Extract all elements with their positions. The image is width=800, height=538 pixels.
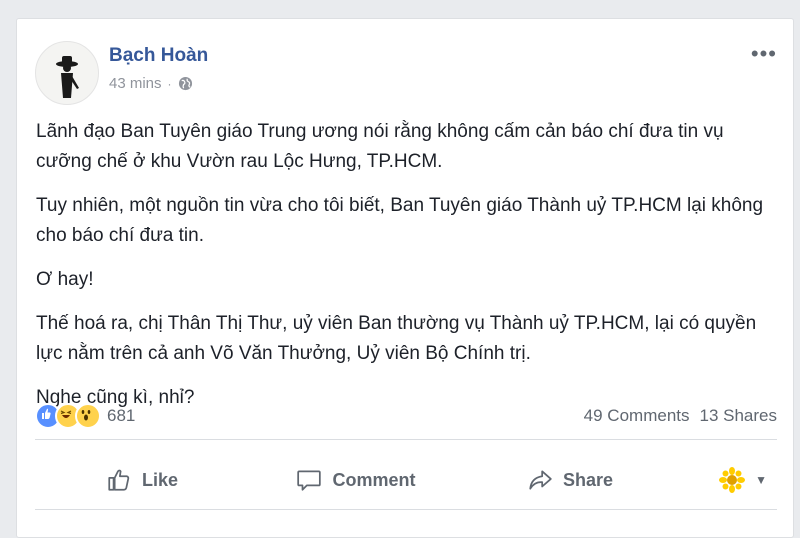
engagement-stats: 49 Comments 13 Shares [584, 406, 777, 426]
comment-button[interactable]: Comment [249, 459, 463, 501]
reaction-icons[interactable] [35, 403, 101, 429]
sunflower-icon [719, 467, 746, 493]
comment-label: Comment [332, 469, 416, 490]
share-icon [529, 470, 552, 490]
share-button[interactable]: Share [463, 459, 677, 501]
comments-count-link[interactable]: 49 Comments [584, 406, 690, 426]
post-card: Bạch Hoàn 43 mins · ••• Lãnh đạo Ban Tuy… [16, 18, 794, 538]
post-paragraph: Lãnh đạo Ban Tuyên giáo Trung ương nói r… [36, 121, 724, 172]
action-bar: Like Comment Share ▼ [35, 459, 777, 501]
meta-separator: · [167, 76, 172, 91]
reactions-row: 681 49 Comments 13 Shares [35, 401, 777, 431]
reaction-count[interactable]: 681 [107, 406, 135, 426]
share-label: Share [562, 469, 614, 490]
avatar[interactable] [35, 41, 99, 105]
reaction-selector-button[interactable]: ▼ [677, 459, 777, 501]
like-button[interactable]: Like [35, 459, 249, 501]
wow-reaction-icon [75, 403, 101, 429]
post-paragraph: Thế hoá ra, chị Thân Thị Thư, uỷ viên Ba… [36, 313, 757, 364]
post-body: Lãnh đạo Ban Tuyên giáo Trung ương nói r… [36, 117, 781, 427]
globe-icon[interactable] [178, 76, 193, 91]
post-paragraph: Ơ hay! [36, 269, 94, 290]
post-meta: 43 mins · [109, 75, 193, 92]
author-name[interactable]: Bạch Hoàn [109, 45, 208, 67]
avatar-silhouette-icon [56, 56, 79, 98]
divider [35, 439, 777, 440]
more-options-icon[interactable]: ••• [751, 43, 777, 65]
post-time[interactable]: 43 mins [109, 75, 162, 92]
divider [35, 509, 777, 510]
comment-icon [297, 470, 322, 491]
shares-count-link[interactable]: 13 Shares [700, 406, 778, 426]
chevron-down-icon: ▼ [755, 473, 767, 487]
post-paragraph: Tuy nhiên, một nguồn tin vừa cho tôi biế… [36, 195, 764, 246]
thumbs-up-icon [108, 469, 130, 491]
like-label: Like [141, 469, 179, 490]
